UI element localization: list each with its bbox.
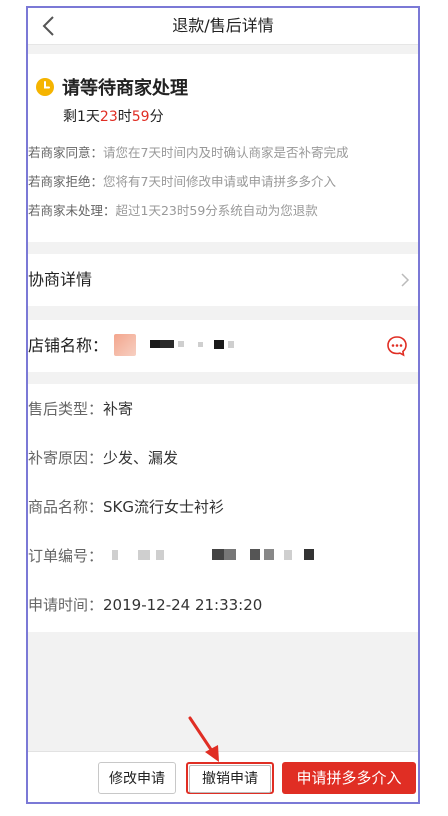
detail-time: 申请时间：2019-12-24 21:33:20 [28, 596, 263, 614]
redacted-order-number [224, 549, 236, 560]
cancel-request-button[interactable]: 撤销申请 [186, 762, 274, 794]
header-bar: 退款/售后详情 [28, 8, 418, 45]
after-sale-details: 售后类型：补寄 补寄原因：少发、漏发 商品名称：SKG流行女士衬衫 订单编号： … [28, 384, 418, 632]
status-title: 请等待商家处理 [62, 78, 188, 99]
detail-type: 售后类型：补寄 [28, 400, 134, 418]
redacted-store-name [160, 340, 174, 348]
negotiation-details-row[interactable]: 协商详情 [28, 254, 418, 306]
countdown-minutes: 59 [131, 109, 150, 125]
rule-unhandled: 若商家未处理：超过1天23时59分系统自动为您退款 [28, 203, 318, 218]
clock-icon [36, 78, 54, 96]
redacted-order-number [304, 549, 314, 560]
redacted-order-number [112, 550, 118, 560]
negotiation-label: 协商详情 [28, 270, 93, 289]
redacted-store-name [198, 342, 203, 347]
modify-request-button[interactable]: 修改申请 [98, 762, 176, 794]
redacted-order-number [138, 550, 150, 560]
rule-reject: 若商家拒绝：您将有7天时间修改申请或申请拼多多介入 [28, 174, 336, 189]
detail-order: 订单编号： [28, 547, 104, 565]
chat-icon[interactable] [386, 335, 408, 357]
countdown-hours: 23 [99, 109, 118, 125]
redacted-store-name [150, 340, 160, 348]
annotation-arrow-icon [188, 716, 219, 762]
redacted-order-number [212, 549, 224, 560]
request-intervention-button[interactable]: 申请拼多多介入 [282, 762, 416, 794]
redacted-order-number [264, 549, 274, 560]
status-card: 请等待商家处理 剩1天23时59分 若商家同意：请您在7天时间内及时确认商家是否… [28, 54, 418, 242]
countdown: 剩1天23时59分 [63, 109, 164, 125]
redacted-store-name [228, 341, 234, 348]
detail-product: 商品名称：SKG流行女士衬衫 [28, 498, 224, 516]
rule-agree: 若商家同意：请您在7天时间内及时确认商家是否补寄完成 [28, 145, 349, 160]
cancel-request-label: 撤销申请 [189, 765, 271, 793]
redacted-order-number [250, 549, 260, 560]
redacted-store-name [214, 340, 224, 349]
app-frame: 退款/售后详情 请等待商家处理 剩1天23时59分 若商家同意：请您在7天时间内… [26, 6, 420, 804]
redacted-order-number [156, 550, 164, 560]
detail-reason: 补寄原因：少发、漏发 [28, 449, 179, 467]
store-row[interactable]: 店铺名称： [28, 320, 418, 372]
store-label: 店铺名称： [28, 336, 109, 355]
redacted-order-number [284, 550, 292, 560]
page-title: 退款/售后详情 [172, 16, 274, 35]
status-header: 请等待商家处理 [36, 74, 188, 100]
chevron-right-icon [401, 273, 410, 287]
store-avatar [114, 334, 136, 356]
redacted-store-name [178, 341, 184, 347]
